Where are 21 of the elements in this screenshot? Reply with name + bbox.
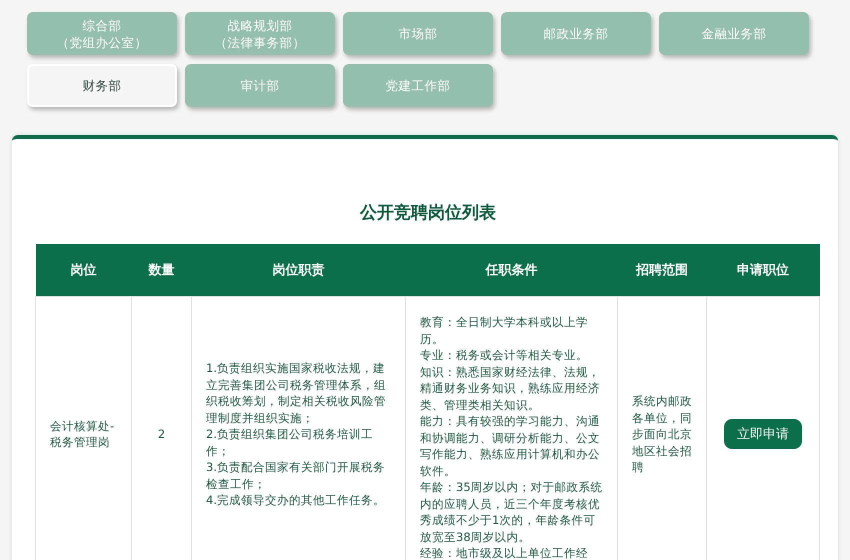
column-header: 申请职位 — [706, 244, 820, 296]
column-header: 任职条件 — [406, 244, 618, 296]
apply-button[interactable]: 立即申请 — [724, 419, 802, 450]
column-header: 招聘范围 — [618, 244, 706, 296]
department-tab[interactable]: 金融业务部 — [659, 12, 809, 55]
department-tab[interactable]: 市场部 — [343, 12, 493, 55]
department-tab[interactable]: 邮政业务部 — [501, 12, 651, 55]
department-tab[interactable]: 党建工作部 — [343, 64, 493, 107]
column-header: 岗位 — [36, 244, 132, 296]
department-tab[interactable]: 审计部 — [185, 64, 335, 107]
department-tab[interactable]: 财务部 — [27, 64, 177, 107]
table-cell: 系统内邮政各单位，同步面向北京地区社会招聘 — [618, 296, 706, 560]
table-cell: 会计核算处-税务管理岗 — [36, 296, 132, 560]
department-tab[interactable]: 综合部 （党组办公室） — [27, 12, 177, 55]
column-header: 数量 — [132, 244, 192, 296]
table-cell: 2 — [132, 296, 192, 560]
table-cell: 1.负责组织实施国家税收法规，建立完善集团公司税务管理体系，组织税收筹划，制定相关税收风险管理制度并组织实施； 2.负责组织集团公司税务培训工作； 3.负责配合国家有关部门开展税务检查工作； 4.完成领导交办的其他工作任务。 — [192, 296, 406, 560]
column-header: 岗位职责 — [192, 244, 406, 296]
table-title: 公开竞聘岗位列表 — [358, 202, 497, 224]
table-cell: 教育：全日制大学本科或以上学历。 专业：税务或会计等相关专业。 知识：熟悉国家财经法律、法规，精通财务业务知识，熟练应用经济类、管理类相关知识。 能力：具有较强的学习能力、沟通和协调能力、调研分析能力、公文写作能力、熟练应用计算机和办公软件。 年龄：35周岁以内；对于邮政系统内的应聘人员，近三个年度考核优秀成绩不少于1次的，年龄条件可放宽至38周岁以内。 经验：地市级及以上单位工作经 — [406, 296, 618, 560]
department-tab[interactable]: 战略规划部 （法律事务部） — [185, 12, 335, 55]
